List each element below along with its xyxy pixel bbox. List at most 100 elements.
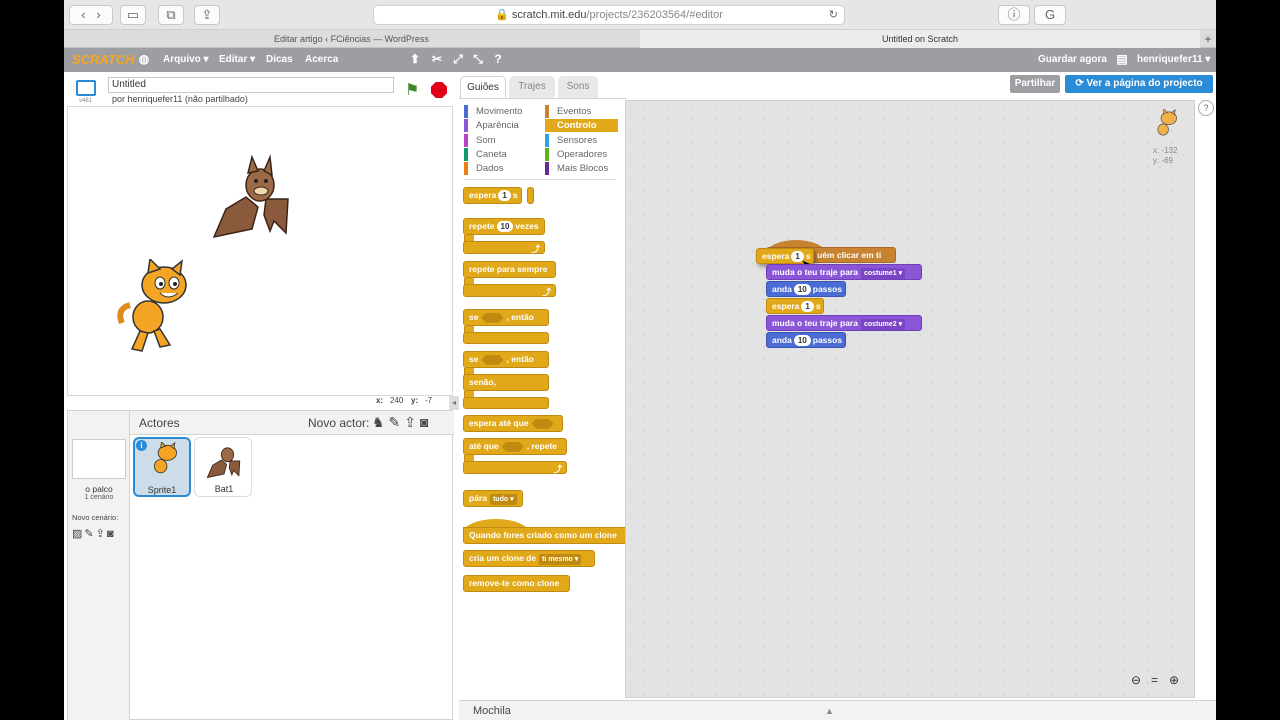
tab-costumes[interactable]: Trajes [509,76,555,98]
block-forever[interactable]: repete para sempre [463,261,556,278]
category-events[interactable]: Eventos [545,105,591,118]
block-create-clone[interactable]: cria um clone de ti mesmo ▾ [463,550,595,567]
zoom-out-icon[interactable]: ⊖ [1131,673,1141,687]
help-side-icon[interactable]: ? [1198,100,1214,116]
my-stuff-icon[interactable]: ▤ [1115,52,1129,66]
repeat-until-slot[interactable] [501,441,524,452]
category-data[interactable]: Dados [464,162,503,175]
shrink-icon[interactable]: ⤡ [471,52,485,66]
new-actor-icons[interactable]: ♞✎⇪◙ [372,414,432,431]
menu-file[interactable]: Arquivo ▾ [163,48,209,72]
grammarly-icon[interactable]: G [1034,5,1066,25]
tab-scratch[interactable]: Untitled on Scratch [640,30,1200,48]
help-icon[interactable]: ? [491,52,505,66]
new-tab-icon[interactable]: + [1200,30,1216,48]
sidebar-icon[interactable]: ▭ [120,5,146,25]
category-sound[interactable]: Som [464,134,496,147]
block-clone-hat-label: Quando fores criado como um clone [469,530,617,540]
category-more-blocks[interactable]: Mais Blocos [545,162,608,175]
bat-sprite[interactable] [204,149,300,245]
delete-cut-icon[interactable]: ✂ [430,52,444,66]
block-wait-until-label: espera até que [469,418,529,428]
project-title-input[interactable]: Untitled [108,77,394,93]
tab-wordpress[interactable]: Editar artigo ‹ FCiências — WordPress [64,30,639,48]
browser-toolbar: ‹ › ▭ ⧉ ⇪ 🔒 scratch.mit.edu/projects/236… [64,0,1216,30]
scratch-logo[interactable]: SCRATCH [72,48,135,72]
block-delete-clone[interactable]: remove-te como clone [463,575,570,592]
sprite-corner-icon [1157,109,1177,136]
see-project-page-button[interactable]: ⟳ Ver a página do projecto [1065,75,1213,93]
if-condition-slot[interactable] [481,312,504,323]
category-pen[interactable]: Caneta [464,148,507,161]
share-icon[interactable]: ⇪ [194,5,220,25]
grow-icon[interactable]: ⤢ [451,52,465,66]
extension-icon[interactable]: ⓘ [998,5,1030,25]
tab-scripts[interactable]: Guiões [460,76,506,98]
costume2-dropdown[interactable]: costume2 ▾ [860,319,906,330]
stop-dropdown[interactable]: tudo ▾ [489,494,517,505]
block-repeat-until[interactable]: até que , repete [463,438,567,455]
clone-target-dropdown[interactable]: ti mesmo ▾ [539,554,582,565]
tabs-overview-icon[interactable]: ⧉ [158,5,184,25]
cat-sprite[interactable] [116,259,196,355]
block-move-1[interactable]: anda 10 passos [766,281,846,297]
back-forward-buttons[interactable]: ‹ › [69,5,113,25]
sprite-thumb-sprite1[interactable]: i Sprite1 [133,437,191,497]
sprite-thumb-bat1[interactable]: Bat1 [194,437,252,497]
stage-panel: o palco 1 cenário Novo cenário: ▨✎⇪◙ [68,411,130,720]
block-wait[interactable]: espera 1 s [463,187,522,204]
stage-thumbnail[interactable] [72,439,126,479]
menu-edit[interactable]: Editar ▾ [219,48,255,72]
stop-icon[interactable] [431,82,447,98]
block-ifelse-then: , então [506,354,534,364]
block-repeat[interactable]: repete 10 vezes [463,218,545,235]
block-wait-script[interactable]: espera 1 s [766,298,824,314]
backpack-label: Mochila [473,705,511,717]
version-label: v461 [79,98,93,104]
category-sensing[interactable]: Sensores [545,134,597,147]
sprite-x-readout: x: -132 [1153,146,1178,155]
ifelse-condition-slot[interactable] [481,354,504,365]
category-motion[interactable]: Movimento [464,105,522,118]
save-now-button[interactable]: Guardar agora [1038,48,1107,72]
paint-scene-icons[interactable]: ▨✎⇪◙ [72,527,115,540]
wait-script-value[interactable]: 1 [801,301,814,312]
move-2-value[interactable]: 10 [793,335,811,346]
zoom-reset-icon[interactable]: = [1151,673,1158,687]
block-move-2[interactable]: anda 10 passos [766,332,846,348]
menu-about[interactable]: Acerca [305,48,338,72]
user-menu[interactable]: henriquefer11 ▾ [1137,48,1210,72]
costume1-dropdown[interactable]: costume1 ▾ [860,268,906,279]
block-wait-until[interactable]: espera até que [463,415,563,432]
globe-icon[interactable]: ◍ [137,52,151,66]
collapse-handle[interactable]: ◂ [449,396,459,410]
tab-sounds[interactable]: Sons [558,76,598,98]
share-button[interactable]: Partilhar [1010,75,1060,93]
scripts-area[interactable]: uém clicar em ti espera1s ➤ muda o teu t… [625,100,1195,698]
block-switch-costume-2[interactable]: muda o teu traje para costume2 ▾ [766,315,922,331]
category-looks[interactable]: Aparência [464,119,519,132]
block-stop[interactable]: pára tudo ▾ [463,490,523,507]
block-else: senão, [463,374,549,391]
clone-target-option: ti mesmo [542,556,573,563]
backpack-expand-icon[interactable]: ▲ [825,701,834,720]
url-bar[interactable]: 🔒 scratch.mit.edu/projects/236203564/#ed… [373,5,845,25]
move-1-value[interactable]: 10 [793,284,811,295]
block-when-clone-start[interactable]: Quando fores criado como um clone [463,527,627,544]
menu-tips[interactable]: Dicas [266,48,293,72]
stage[interactable] [67,106,453,396]
block-switch-costume-1[interactable]: muda o teu traje para costume1 ▾ [766,264,922,280]
zoom-in-icon[interactable]: ⊕ [1169,673,1179,687]
fullscreen-icon[interactable] [76,80,96,96]
reload-icon[interactable]: ↻ [829,6,838,24]
backpack-bar[interactable]: Mochila ▲ [459,700,1216,720]
wait-until-slot[interactable] [531,418,554,429]
block-if[interactable]: se , então [463,309,549,326]
category-operators[interactable]: Operadores [545,148,607,161]
category-control[interactable]: Controlo [545,119,618,132]
block-wait-value[interactable]: 1 [498,190,511,201]
duplicate-stamp-icon[interactable]: ⬆ [408,52,422,66]
block-if-else[interactable]: se , então [463,351,549,368]
block-repeat-value[interactable]: 10 [496,221,514,232]
green-flag-icon[interactable]: ⚑ [405,80,419,100]
